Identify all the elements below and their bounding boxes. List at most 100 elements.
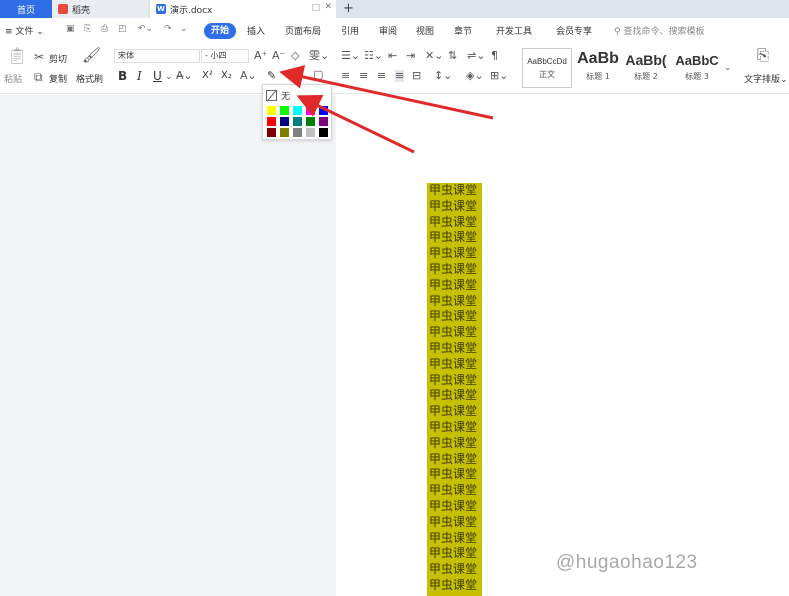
document-line[interactable]: 甲虫课堂 (427, 499, 482, 515)
redo-icon[interactable]: ↷ (164, 24, 172, 34)
underline-options-icon[interactable]: ⌄ (165, 71, 173, 83)
style-heading-3[interactable]: AaBbC 标题 3 (672, 48, 722, 88)
file-menu[interactable]: ≡ 文件 ⌄ (5, 24, 44, 37)
document-page[interactable] (336, 95, 789, 596)
menu-tab-insert[interactable]: 插入 (247, 24, 265, 37)
underline-button[interactable]: U (153, 69, 162, 83)
print-icon[interactable]: ⎙ (101, 24, 108, 34)
border-icon[interactable]: ⊞⌄ (490, 70, 508, 82)
align-left-icon[interactable]: ≡ (341, 70, 350, 82)
grow-font-icon[interactable]: A⁺ (254, 50, 267, 62)
menu-tab-references[interactable]: 引用 (341, 24, 359, 37)
highlight-color-swatch[interactable] (306, 128, 315, 137)
document-line[interactable]: 甲虫课堂 (427, 546, 482, 562)
font-name-select[interactable]: 宋体 (114, 49, 200, 63)
export-icon[interactable]: ⎘ (84, 24, 91, 34)
highlight-color-swatch[interactable] (280, 117, 289, 126)
document-line[interactable]: 甲虫课堂 (427, 562, 482, 578)
style-normal[interactable]: AaBbCcDd 正文 (522, 48, 572, 88)
menu-tab-start[interactable]: 开始 (204, 23, 236, 39)
document-line[interactable]: 甲虫课堂 (427, 199, 482, 215)
text-layout-icon[interactable]: ⎘ (757, 48, 769, 63)
undo-icon[interactable]: ↶⌄ (138, 24, 153, 34)
menu-tab-view[interactable]: 视图 (416, 24, 434, 37)
style-heading-2[interactable]: AaBb( 标题 2 (622, 48, 670, 88)
highlight-color-swatch[interactable] (280, 128, 289, 137)
numbered-list-icon[interactable]: ☷⌄ (364, 50, 383, 62)
italic-button[interactable]: I (137, 69, 142, 83)
paste-icon[interactable]: 📋︎ (7, 48, 27, 64)
paragraph-mark-icon[interactable]: ¶ (491, 50, 498, 62)
document-line[interactable]: 甲虫课堂 (427, 436, 482, 452)
document-line[interactable]: 甲虫课堂 (427, 515, 482, 531)
highlight-color-swatch[interactable] (306, 117, 315, 126)
highlight-color-swatch[interactable] (267, 106, 276, 115)
text-effect-icon[interactable]: A⌄ (240, 70, 257, 82)
decrease-indent-icon[interactable]: ⇤ (388, 50, 397, 62)
highlight-color-swatch[interactable] (267, 117, 276, 126)
document-line[interactable]: 甲虫课堂 (427, 278, 482, 294)
document-line[interactable]: 甲虫课堂 (427, 341, 482, 357)
menu-tab-developer[interactable]: 开发工具 (496, 24, 532, 37)
highlight-color-swatch[interactable] (319, 128, 328, 137)
document-line[interactable]: 甲虫课堂 (427, 483, 482, 499)
bullet-list-icon[interactable]: ☰⌄ (341, 50, 360, 62)
highlight-color-swatch[interactable] (293, 106, 302, 115)
menu-tab-review[interactable]: 审阅 (379, 24, 397, 37)
save-icon[interactable]: ▣ (66, 24, 75, 34)
cut-button[interactable]: 剪切 (49, 52, 67, 65)
document-line[interactable]: 甲虫课堂 (427, 183, 482, 199)
document-line[interactable]: 甲虫课堂 (427, 230, 482, 246)
tab-document[interactable]: W 演示.docx □ ✕ (150, 0, 336, 18)
distributed-icon[interactable]: ⊟ (412, 70, 421, 82)
scissors-icon[interactable]: ✂ (34, 51, 44, 63)
document-line[interactable]: 甲虫课堂 (427, 357, 482, 373)
format-painter-button[interactable]: 格式刷 (76, 72, 103, 85)
format-painter-icon[interactable]: 🖌︎ (82, 48, 101, 63)
preview-icon[interactable]: ◰ (118, 24, 127, 34)
font-size-select[interactable]: - 小四 (201, 49, 249, 63)
char-border-icon[interactable]: ▢ (313, 69, 323, 81)
document-line[interactable]: 甲虫课堂 (427, 215, 482, 231)
highlight-color-swatch[interactable] (293, 117, 302, 126)
document-line[interactable]: 甲虫课堂 (427, 294, 482, 310)
style-heading-1[interactable]: AaBb 标题 1 (574, 48, 622, 88)
bold-button[interactable]: B (118, 69, 127, 83)
justify-icon[interactable]: ≡ (395, 70, 405, 82)
document-canvas[interactable] (0, 95, 789, 596)
highlight-color-swatch[interactable] (319, 117, 328, 126)
highlight-color-swatch[interactable] (319, 106, 328, 115)
show-marks-icon[interactable]: ⇌⌄ (467, 50, 485, 62)
highlight-color-swatch[interactable] (306, 106, 315, 115)
clear-format-icon[interactable]: ◇ (291, 50, 299, 62)
document-line[interactable]: 甲虫课堂 (427, 388, 482, 404)
highlighter-icon[interactable]: ✎ (267, 70, 276, 82)
document-line[interactable]: 甲虫课堂 (427, 373, 482, 389)
highlight-color-swatch[interactable] (280, 106, 289, 115)
document-line[interactable]: 甲虫课堂 (427, 452, 482, 468)
more-quick-icon[interactable]: ⌄ (180, 24, 188, 34)
subscript-button[interactable]: X₂ (221, 70, 232, 81)
copy-icon[interactable]: ⧉ (34, 71, 43, 83)
document-line[interactable]: 甲虫课堂 (427, 420, 482, 436)
phonetic-icon[interactable]: 雯⌄ (309, 50, 329, 62)
tab-home[interactable]: 首页 (0, 0, 52, 18)
document-line[interactable]: 甲虫课堂 (427, 246, 482, 262)
no-highlight-option[interactable]: 无 (266, 88, 290, 102)
new-tab-button[interactable]: + (343, 0, 354, 18)
highlighted-text-block[interactable]: 甲虫课堂 甲虫课堂 甲虫课堂 甲虫课堂 甲虫课堂 甲虫课堂 甲虫课堂 甲虫课堂 甲虫课堂 甲虫课堂… (427, 183, 482, 596)
paste-button[interactable]: 粘贴 (4, 72, 22, 85)
close-tab-icon[interactable]: ✕ (324, 2, 332, 12)
align-center-icon[interactable]: ≡ (359, 70, 368, 82)
command-search[interactable]: ⚲ 查找命令、搜索模板 (614, 24, 704, 37)
increase-indent-icon[interactable]: ⇥ (406, 50, 415, 62)
document-line[interactable]: 甲虫课堂 (427, 325, 482, 341)
text-layout-button[interactable]: 文字排版⌄ (744, 72, 788, 85)
shrink-font-icon[interactable]: A⁻ (272, 50, 285, 62)
styles-more-icon[interactable]: ⌄ (724, 62, 732, 74)
tab-daoke[interactable]: 稻壳 (52, 0, 148, 18)
document-line[interactable]: 甲虫课堂 (427, 467, 482, 483)
document-line[interactable]: 甲虫课堂 (427, 309, 482, 325)
pin-icon[interactable]: □ (311, 3, 320, 13)
document-line[interactable]: 甲虫课堂 (427, 531, 482, 547)
